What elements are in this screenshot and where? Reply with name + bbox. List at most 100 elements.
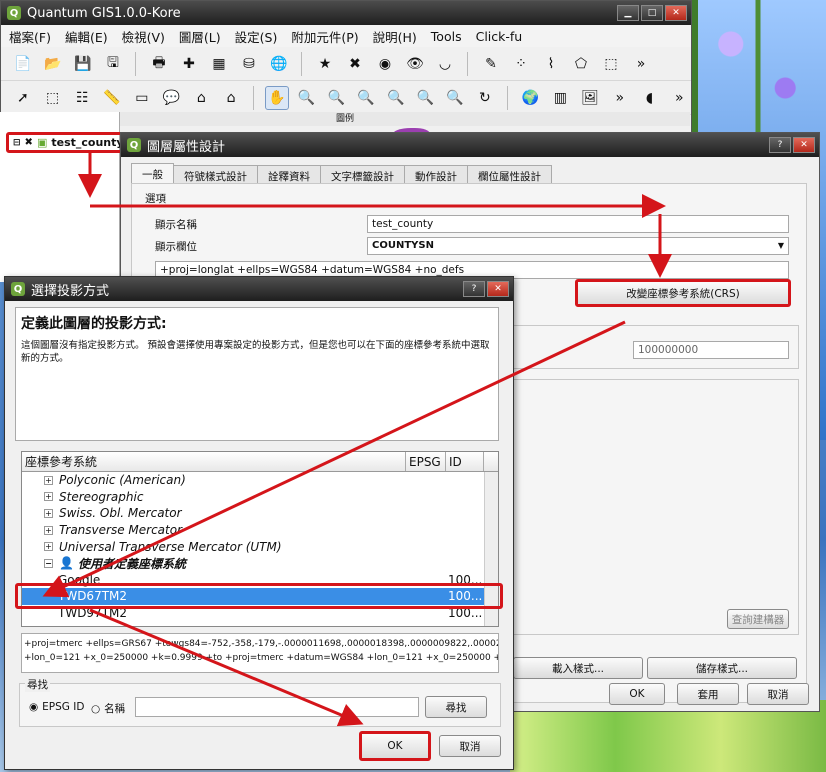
dropdown-arrow-icon: ▼ [777, 241, 784, 250]
qgis-logo-icon: Q [7, 6, 21, 20]
crs-tree-row[interactable]: + Stereographic [22, 489, 498, 506]
new-bookmark-icon[interactable]: ⌂ [189, 86, 213, 110]
crs-tree-row[interactable]: + Polyconic (American) [22, 472, 498, 489]
menu-help[interactable]: 說明(H) [373, 27, 417, 46]
add-vector-layer-icon[interactable]: ✚ [177, 52, 201, 76]
remove-layer-icon[interactable]: ✖ [343, 52, 367, 76]
zoom-selection-icon[interactable]: 🔍 [384, 86, 408, 110]
zoom-last-icon[interactable]: 🔍 [443, 86, 467, 110]
map-tips-icon[interactable]: 💬 [160, 86, 184, 110]
save-as-icon[interactable]: 🖫 [101, 52, 125, 76]
close-button[interactable]: ✕ [665, 5, 687, 21]
add-postgis-layer-icon[interactable]: ⛁ [237, 52, 261, 76]
zoom-in-icon[interactable]: 🔍 [295, 86, 319, 110]
menu-view[interactable]: 檢視(V) [122, 27, 165, 46]
expand-icon[interactable]: + [44, 542, 53, 552]
plugin-icon[interactable]: ◖ [638, 86, 662, 110]
expand-icon[interactable]: + [44, 508, 53, 518]
toolbar-more-icon-3[interactable]: » [667, 86, 691, 110]
column-crs[interactable]: 座標參考系統 [22, 452, 406, 471]
menu-clickfu[interactable]: Click-fu [476, 29, 523, 44]
prop-apply-button[interactable]: 套用 [677, 683, 739, 705]
new-project-icon[interactable]: 📄 [11, 52, 35, 76]
prop-ok-button[interactable]: OK [609, 683, 665, 705]
add-to-overview-icon[interactable]: ★ [313, 52, 337, 76]
eye-icon[interactable]: 👁 [403, 52, 427, 76]
column-id[interactable]: ID [446, 452, 484, 471]
radio-name[interactable]: ○ 名稱 [91, 701, 125, 716]
crs-cancel-button[interactable]: 取消 [439, 735, 501, 757]
save-project-icon[interactable]: 💾 [71, 52, 95, 76]
collapse-icon[interactable]: ⊟ [13, 138, 21, 148]
expand-icon[interactable]: + [44, 475, 53, 485]
select-icon[interactable]: ⬚ [41, 86, 65, 110]
prop-close-button[interactable]: ✕ [793, 137, 815, 153]
menu-settings[interactable]: 設定(S) [235, 27, 278, 46]
main-window-title: Quantum GIS1.0.0-Kore [27, 5, 181, 21]
pan-icon[interactable]: ✋ [264, 85, 289, 110]
identify-icon[interactable]: ➚ [11, 86, 35, 110]
zoom-layer-icon[interactable]: 🔍 [414, 86, 438, 110]
display-name-input[interactable]: test_county [367, 215, 789, 233]
edit-pencil-icon[interactable]: ✎ [479, 52, 503, 76]
collapse-icon[interactable]: − [44, 558, 53, 568]
capture-line-icon[interactable]: ⌇ [539, 52, 563, 76]
attribute-table-icon[interactable]: ☷ [70, 86, 94, 110]
crs-close-button[interactable]: ✕ [487, 281, 509, 297]
layer-checkbox[interactable]: ✖ [25, 137, 33, 148]
crs-ok-button[interactable]: OK [359, 731, 431, 761]
crs-tree-row[interactable]: + Swiss. Obl. Mercator [22, 505, 498, 522]
crs-selector-dialog: Q 選擇投影方式 ? ✕ 定義此圖層的投影方式: 這個圖層沒有指定投影方式。 預… [4, 276, 514, 770]
crs-tree-row[interactable]: + Transverse Mercator [22, 522, 498, 539]
georeferencer-icon[interactable]: 🖼 [578, 86, 602, 110]
capture-point-icon[interactable]: ⁘ [509, 52, 533, 76]
change-crs-button[interactable]: 改變座標參考系統(CRS) [575, 279, 791, 307]
capture-polygon-icon[interactable]: ⬠ [569, 52, 593, 76]
save-style-button[interactable]: 儲存樣式... [647, 657, 797, 679]
expand-icon[interactable]: + [44, 492, 53, 502]
find-input[interactable] [135, 697, 419, 717]
help-button[interactable]: ? [769, 137, 791, 153]
expand-icon[interactable]: + [44, 525, 53, 535]
open-project-icon[interactable]: 📂 [41, 52, 65, 76]
delete-selected-icon[interactable]: ⬚ [599, 52, 623, 76]
measure-area-icon[interactable]: ▭ [130, 86, 154, 110]
load-style-button[interactable]: 載入樣式... [513, 657, 643, 679]
crs-help-button[interactable]: ? [463, 281, 485, 297]
show-bookmarks-icon[interactable]: ⌂ [219, 86, 243, 110]
display-field-select[interactable]: COUNTYSN ▼ [367, 237, 789, 255]
crs-tree-row[interactable]: + Universal Transverse Mercator (UTM) [22, 538, 498, 555]
show-all-layers-icon[interactable]: ◉ [373, 52, 397, 76]
toolbar-more-icon[interactable]: » [629, 52, 653, 76]
crs-heading: 定義此圖層的投影方式: [21, 316, 167, 332]
print-icon[interactable]: 🖶 [147, 52, 171, 76]
menu-layer[interactable]: 圖層(L) [179, 27, 221, 46]
add-raster-layer-icon[interactable]: ▦ [207, 52, 231, 76]
hide-icon[interactable]: ◡ [433, 52, 457, 76]
prop-cancel-button[interactable]: 取消 [747, 683, 809, 705]
query-builder-button[interactable]: 查詢建構器 [727, 609, 789, 629]
scale-input[interactable]: 100000000 [633, 341, 789, 359]
zoom-out-icon[interactable]: 🔍 [324, 86, 348, 110]
radio-epsg[interactable]: ◉ EPSG ID [29, 701, 84, 713]
add-wms-layer-icon[interactable]: 🌐 [267, 52, 291, 76]
crs-tree-row-user-defined[interactable]: − 👤 使用者定義座標系統 [22, 555, 498, 572]
column-epsg[interactable]: EPSG [406, 452, 446, 471]
gdal-icon[interactable]: ▥ [548, 86, 572, 110]
prop-dialog-title: 圖層屬性設計 [147, 139, 226, 155]
globe-icon[interactable]: 🌍 [519, 86, 543, 110]
zoom-full-icon[interactable]: 🔍 [354, 86, 378, 110]
crs-proj-text: +proj=tmerc +ellps=GRS67 +towgs84=-752,-… [21, 633, 499, 673]
legend-layer-item[interactable]: ⊟ ✖ ▣ test_county [6, 132, 131, 153]
menu-plugins[interactable]: 附加元件(P) [291, 27, 358, 46]
toolbar-more-icon-2[interactable]: » [608, 86, 632, 110]
maximize-button[interactable]: □ [641, 5, 663, 21]
minimize-button[interactable]: ▁ [617, 5, 639, 21]
menu-edit[interactable]: 編輯(E) [65, 27, 108, 46]
measure-line-icon[interactable]: 📏 [100, 86, 124, 110]
refresh-icon[interactable]: ↻ [473, 86, 497, 110]
menu-file[interactable]: 檔案(F) [9, 27, 51, 46]
crs-dialog-title: 選擇投影方式 [31, 283, 110, 299]
menu-tools[interactable]: Tools [431, 29, 462, 44]
find-button[interactable]: 尋找 [425, 696, 487, 718]
